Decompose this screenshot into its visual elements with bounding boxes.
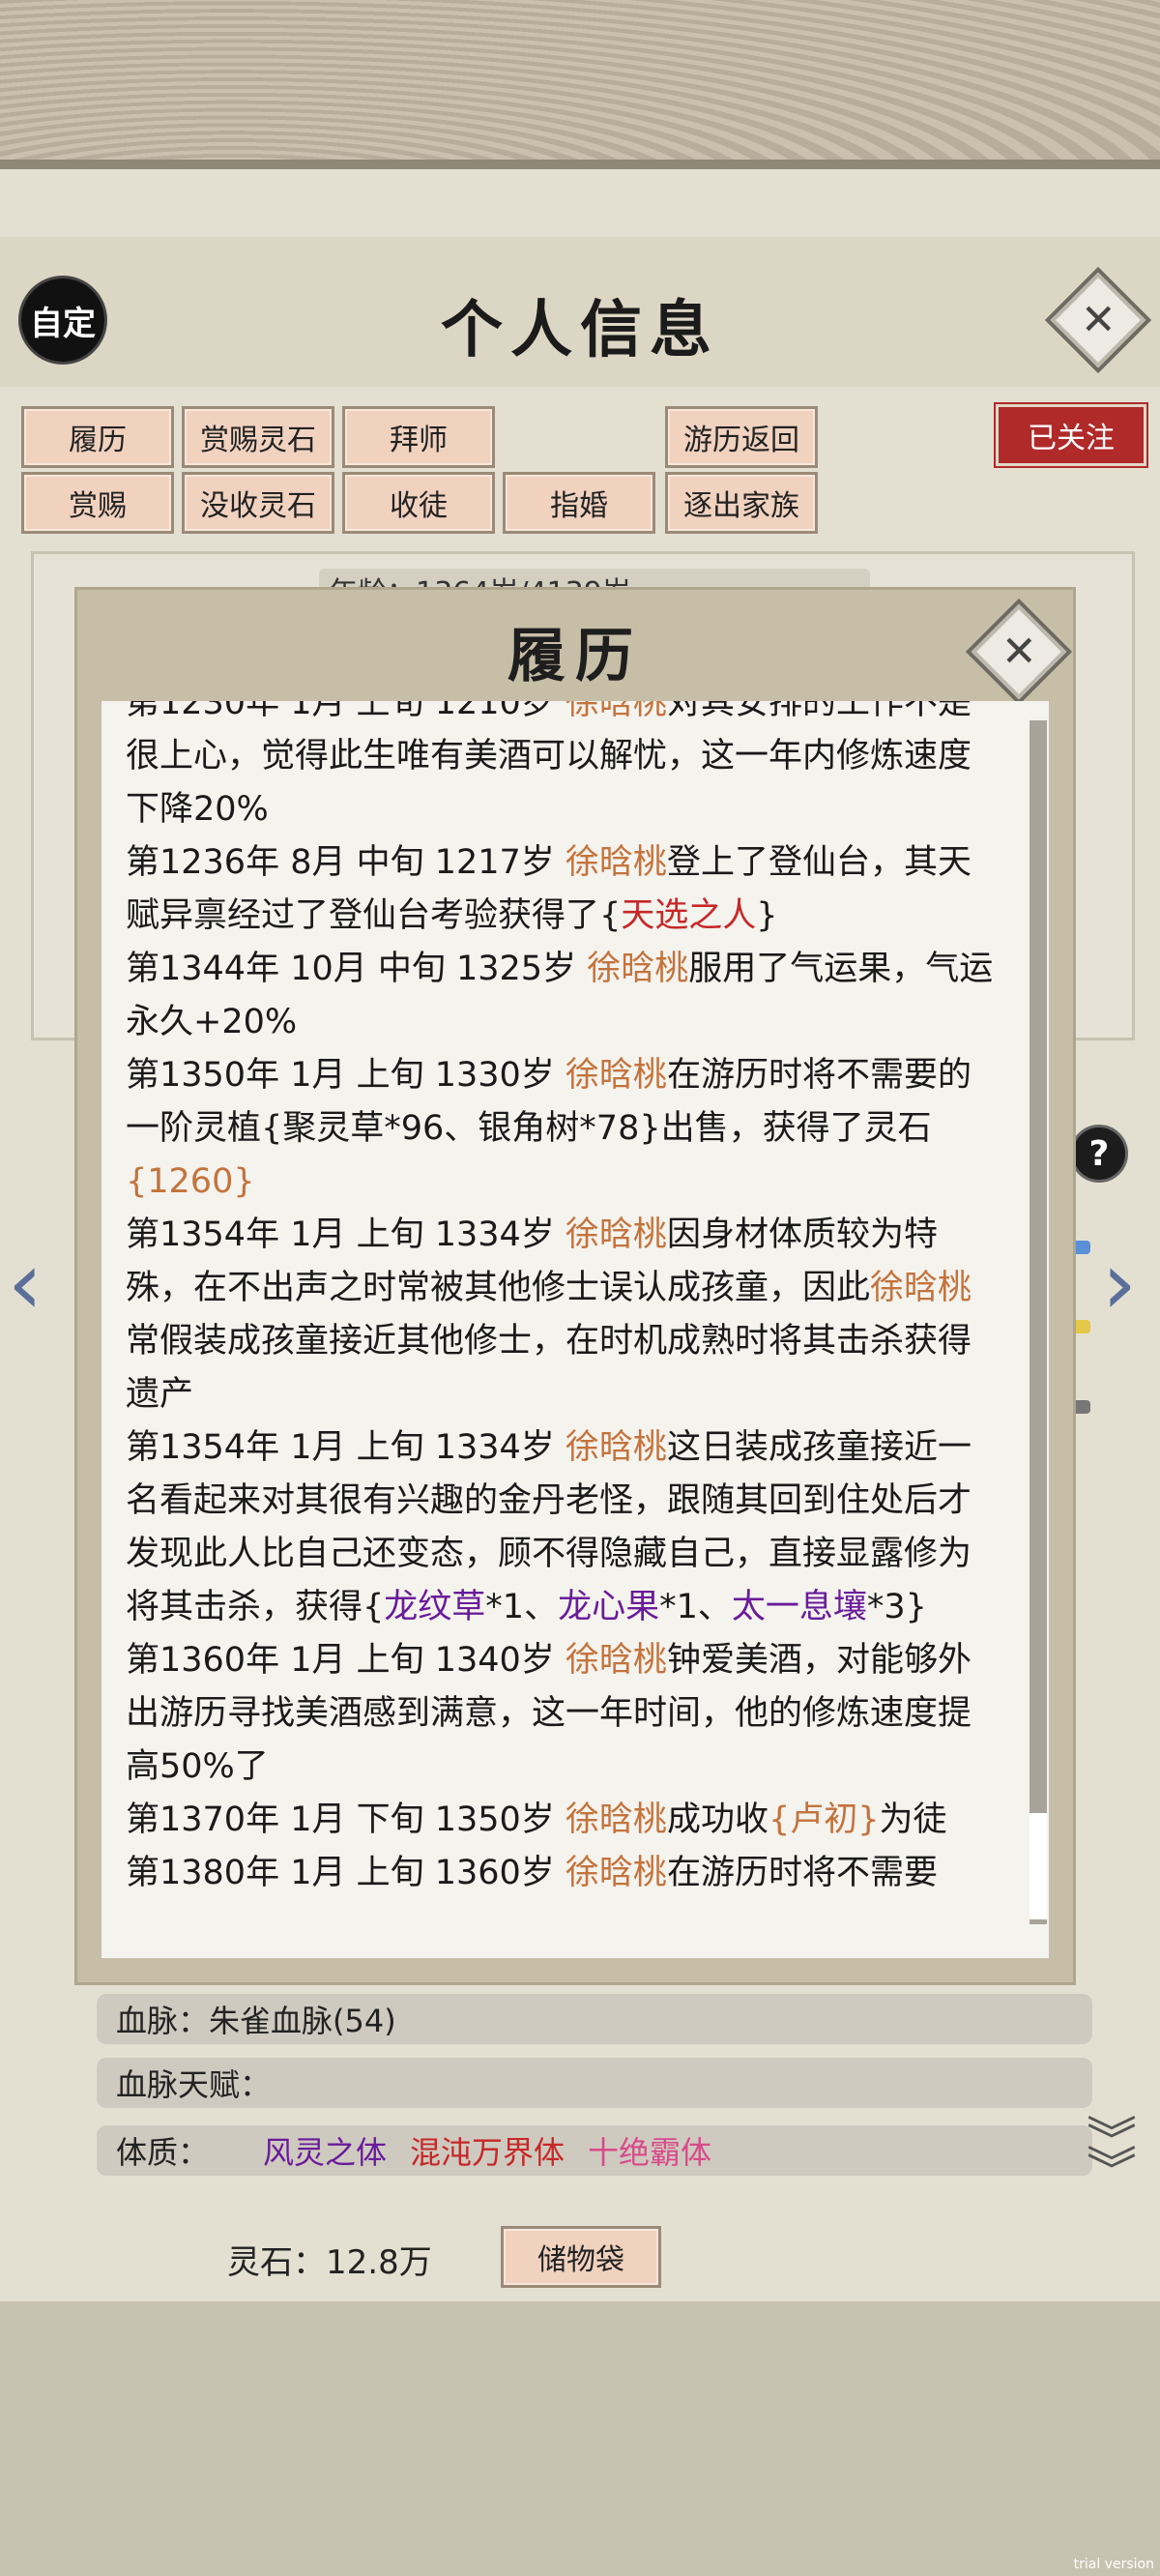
custom-button[interactable]: 自定 bbox=[21, 278, 104, 362]
constitution-item: 混沌万界体 bbox=[410, 2134, 566, 2171]
history-entry: 第1354年 1月 上旬 1334岁 徐晗桃因身材体质较为特殊，在不出声之时常被… bbox=[126, 1209, 1000, 1421]
help-icon[interactable]: ? bbox=[1070, 1125, 1128, 1183]
page-title: 个人信息 bbox=[441, 294, 719, 366]
status-dot-blue bbox=[1071, 1241, 1090, 1254]
entry-text: *3} bbox=[866, 1588, 927, 1626]
entry-text: 第1360年 1月 上旬 1340岁 bbox=[126, 1641, 566, 1680]
storage-bag-button[interactable]: 储物袋 bbox=[501, 2226, 661, 2288]
history-entry: 第1354年 1月 上旬 1334岁 徐晗桃这日装成孩童接近一名看起来对其很有兴… bbox=[126, 1421, 1000, 1634]
watermark: trial version bbox=[1073, 2557, 1154, 2572]
entry-text: 第1344年 10月 中旬 1325岁 bbox=[126, 950, 588, 988]
entry-text: 第1236年 8月 中旬 1217岁 bbox=[126, 843, 566, 882]
reward-stones-button[interactable]: 赏赐灵石 bbox=[182, 406, 334, 468]
entry-text: 第1230年 1月 上旬 1210岁 bbox=[126, 701, 566, 722]
entry-text: 成功收 bbox=[666, 1800, 768, 1839]
highlight-text: {卢初} bbox=[768, 1800, 880, 1839]
history-log[interactable]: 第1230年 1月 上旬 1210岁 徐晗桃对其安排的工作不是很上心，觉得此生唯… bbox=[102, 701, 1049, 1958]
become-disciple-button[interactable]: 拜师 bbox=[342, 406, 495, 468]
highlight-text: {1260} bbox=[126, 1162, 255, 1201]
history-entry: 第1344年 10月 中旬 1325岁 徐晗桃服用了气运果，气运永久+20% bbox=[126, 943, 1000, 1049]
status-dot-gray bbox=[1071, 1400, 1090, 1414]
expand-chevrons-icon[interactable]: ︾ ︾ bbox=[1087, 2117, 1137, 2198]
constitution-item: 十绝霸体 bbox=[588, 2134, 712, 2171]
entry-text: } bbox=[756, 896, 778, 935]
entry-text: 第1350年 1月 上旬 1330岁 bbox=[126, 1056, 566, 1095]
highlight-text: 天选之人 bbox=[621, 896, 757, 935]
scrollbar-thumb[interactable] bbox=[1030, 1813, 1047, 1919]
entry-text: 为徒 bbox=[879, 1800, 947, 1839]
previous-arrow-icon[interactable]: ‹ bbox=[8, 1233, 43, 1334]
bloodline-label: 血脉： bbox=[116, 2003, 210, 2039]
history-popup: 履历 ✕ 第1230年 1月 上旬 1210岁 徐晗桃对其安排的工作不是很上心，… bbox=[77, 590, 1073, 1982]
highlight-text: 徐晗桃 bbox=[565, 1641, 667, 1680]
highlight-text: 徐晗桃 bbox=[565, 1800, 667, 1839]
bloodline-row: 血脉： 朱雀血脉(54) bbox=[97, 1994, 1092, 2044]
entry-text: *1、 bbox=[485, 1588, 559, 1626]
bloodline-talent-label: 血脉天赋： bbox=[116, 2066, 272, 2103]
status-dot-yellow bbox=[1071, 1320, 1090, 1333]
constitution-row: 体质： 风灵之体 混沌万界体 十绝霸体 bbox=[97, 2125, 1092, 2176]
history-entry: 第1370年 1月 下旬 1350岁 徐晗桃成功收{卢初}为徒 bbox=[126, 1794, 1000, 1847]
highlight-text: 太一息壤 bbox=[731, 1588, 867, 1626]
confiscate-stones-button[interactable]: 没收灵石 bbox=[182, 472, 334, 534]
highlight-text: 龙纹草 bbox=[384, 1588, 486, 1626]
entry-text: 在游历时将不需要 bbox=[666, 1854, 938, 1892]
spirit-stones-count: 灵石：12.8万 bbox=[227, 2243, 432, 2282]
history-log-list: 第1230年 1月 上旬 1210岁 徐晗桃对其安排的工作不是很上心，觉得此生唯… bbox=[102, 701, 1010, 1900]
highlight-text: 徐晗桃 bbox=[565, 1854, 667, 1892]
history-entry: 第1380年 1月 上旬 1360岁 徐晗桃在游历时将不需要 bbox=[126, 1847, 1000, 1900]
reward-button[interactable]: 赏赐 bbox=[21, 472, 174, 534]
scrollbar-track[interactable] bbox=[1030, 720, 1047, 1924]
entry-text: 第1380年 1月 上旬 1360岁 bbox=[126, 1854, 566, 1892]
constitution-label: 体质： bbox=[116, 2134, 210, 2171]
history-button[interactable]: 履历 bbox=[21, 406, 174, 468]
highlight-text: 徐晗桃 bbox=[565, 1215, 667, 1254]
popup-title: 履历 bbox=[508, 623, 643, 690]
followed-badge[interactable]: 已关注 bbox=[996, 404, 1146, 466]
highlight-text: 徐晗桃 bbox=[587, 950, 689, 988]
highlight-text: 龙心果 bbox=[558, 1588, 660, 1626]
bottom-band bbox=[0, 2301, 1160, 2576]
next-arrow-icon[interactable]: › bbox=[1102, 1233, 1137, 1334]
entry-text: *1、 bbox=[659, 1588, 732, 1626]
entry-text: 常假装成孩童接近其他修士，在时机成熟时将其击杀获得遗产 bbox=[126, 1322, 972, 1414]
return-from-travel-button[interactable]: 游历返回 bbox=[665, 406, 818, 468]
history-entry: 第1230年 1月 上旬 1210岁 徐晗桃对其安排的工作不是很上心，觉得此生唯… bbox=[126, 701, 1000, 836]
accept-disciple-button[interactable]: 收徒 bbox=[342, 472, 495, 534]
history-entry: 第1360年 1月 上旬 1340岁 徐晗桃钟爱美酒，对能够外出游历寻找美酒感到… bbox=[126, 1634, 1000, 1794]
bloodline-value: 朱雀血脉(54) bbox=[209, 2003, 396, 2039]
bloodline-talent-row: 血脉天赋： bbox=[97, 2058, 1092, 2108]
highlight-text: 徐晗桃 bbox=[565, 701, 667, 722]
highlight-text: 徐晗桃 bbox=[870, 1269, 972, 1307]
constitution-item: 风灵之体 bbox=[263, 2134, 388, 2171]
expel-from-family-button[interactable]: 逐出家族 bbox=[665, 472, 818, 534]
entry-text: 第1354年 1月 上旬 1334岁 bbox=[126, 1428, 566, 1467]
arrange-marriage-button[interactable]: 指婚 bbox=[503, 472, 655, 534]
highlight-text: 徐晗桃 bbox=[565, 1056, 667, 1095]
highlight-text: 徐晗桃 bbox=[565, 1428, 667, 1467]
history-entry: 第1350年 1月 上旬 1330岁 徐晗桃在游历时将不需要的一阶灵植{聚灵草*… bbox=[126, 1049, 1000, 1209]
history-entry: 第1236年 8月 中旬 1217岁 徐晗桃登上了登仙台，其天赋异禀经过了登仙台… bbox=[126, 836, 1000, 943]
top-decorative-band bbox=[0, 0, 1160, 169]
highlight-text: 徐晗桃 bbox=[565, 843, 667, 882]
entry-text: 第1354年 1月 上旬 1334岁 bbox=[126, 1215, 566, 1254]
entry-text: 第1370年 1月 下旬 1350岁 bbox=[126, 1800, 566, 1839]
